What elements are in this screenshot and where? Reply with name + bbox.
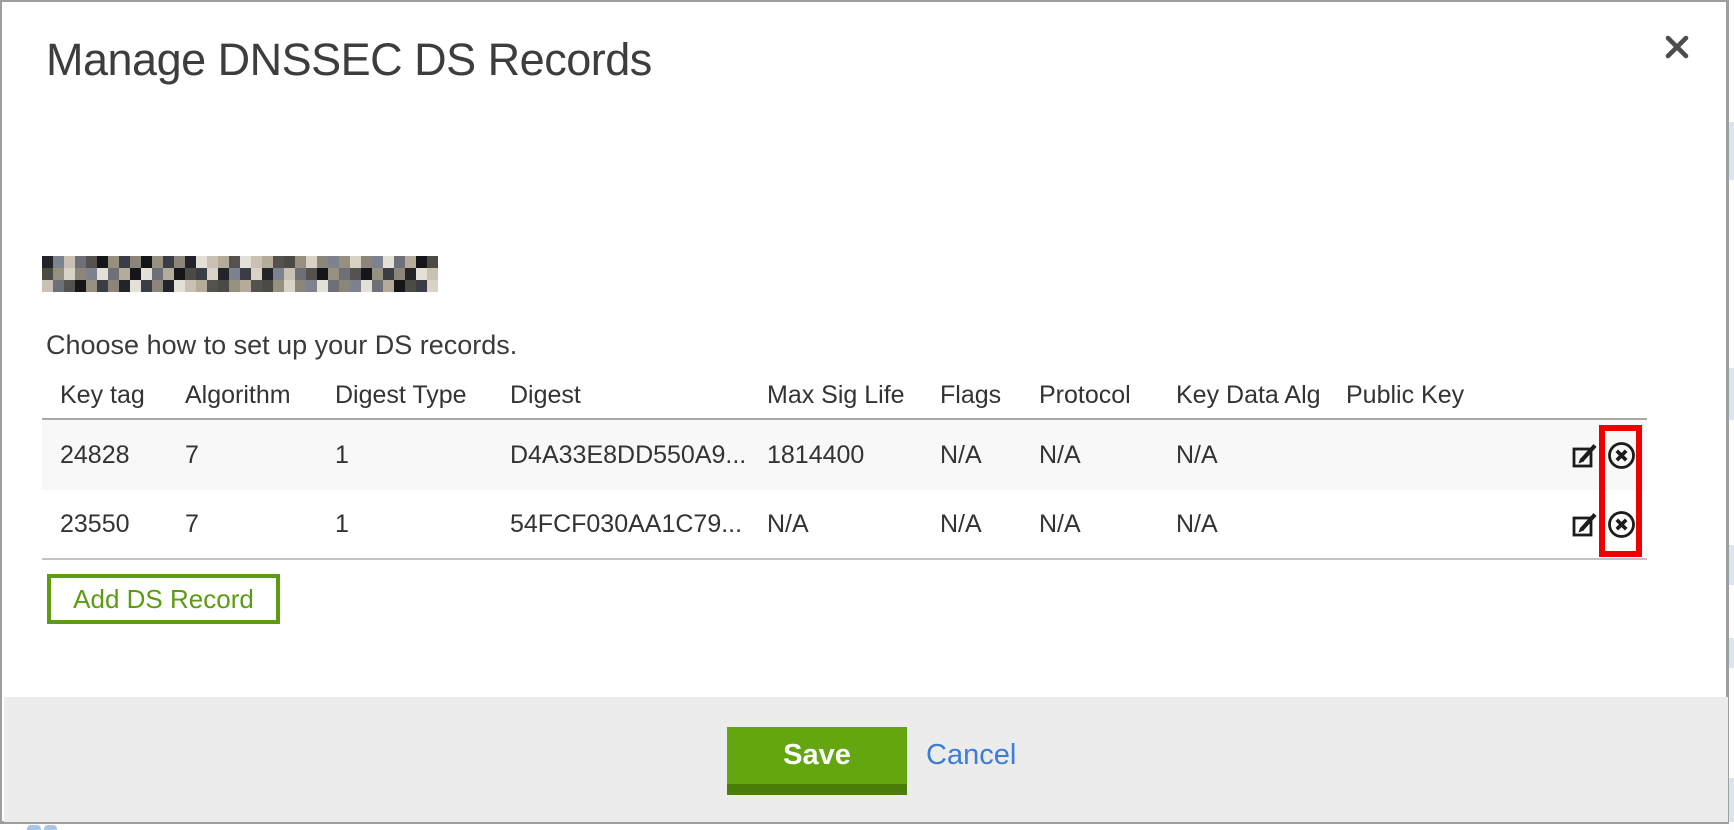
cell-max-sig-life: 1814400 (767, 441, 940, 470)
column-header-algorithm: Algorithm (185, 381, 335, 410)
ds-records-table: Key tag Algorithm Digest Type Digest Max… (42, 372, 1647, 560)
cell-digest: D4A33E8DD550A9... (510, 441, 767, 470)
cell-protocol: N/A (1039, 510, 1176, 539)
cell-digest: 54FCF030AA1C79... (510, 510, 767, 539)
cell-digest-type: 1 (335, 441, 510, 470)
cell-key-tag: 24828 (60, 441, 185, 470)
table-row: 24828 7 1 D4A33E8DD550A9... 1814400 N/A … (42, 420, 1647, 490)
save-button[interactable]: Save (727, 727, 907, 795)
modal-footer: Save Cancel (4, 697, 1728, 822)
add-ds-record-button[interactable]: Add DS Record (47, 574, 280, 624)
edit-icon[interactable] (1572, 511, 1599, 538)
cell-protocol: N/A (1039, 441, 1176, 470)
row-actions (1572, 440, 1647, 471)
manage-dnssec-modal: Manage DNSSEC DS Records Choose how to s… (0, 0, 1729, 824)
table-header-row: Key tag Algorithm Digest Type Digest Max… (42, 372, 1647, 420)
cell-flags: N/A (940, 510, 1039, 539)
instruction-text: Choose how to set up your DS records. (46, 330, 517, 361)
column-header-protocol: Protocol (1039, 381, 1176, 410)
column-header-key-tag: Key tag (60, 381, 185, 410)
cell-flags: N/A (940, 441, 1039, 470)
close-button[interactable] (1660, 32, 1694, 66)
column-header-public-key: Public Key (1346, 381, 1572, 410)
cell-key-data-alg: N/A (1176, 441, 1346, 470)
cell-algorithm: 7 (185, 441, 335, 470)
cell-max-sig-life: N/A (767, 510, 940, 539)
row-actions (1572, 509, 1647, 540)
redacted-domain (42, 256, 438, 292)
close-icon (1662, 32, 1692, 67)
edit-icon[interactable] (1572, 442, 1599, 469)
background-page-sliver-bottom (0, 824, 1729, 830)
cell-key-data-alg: N/A (1176, 510, 1346, 539)
cell-algorithm: 7 (185, 510, 335, 539)
cell-digest-type: 1 (335, 510, 510, 539)
column-header-key-data-alg: Key Data Alg (1176, 381, 1346, 410)
screen: Manage DNSSEC DS Records Choose how to s… (0, 0, 1734, 830)
background-page-sliver-right (1729, 0, 1734, 830)
delete-icon[interactable] (1606, 440, 1637, 471)
cell-key-tag: 23550 (60, 510, 185, 539)
cancel-link[interactable]: Cancel (926, 727, 1016, 784)
column-header-max-sig-life: Max Sig Life (767, 381, 940, 410)
delete-icon[interactable] (1606, 509, 1637, 540)
column-header-digest: Digest (510, 381, 767, 410)
page-title: Manage DNSSEC DS Records (46, 34, 652, 86)
column-header-digest-type: Digest Type (335, 381, 510, 410)
column-header-flags: Flags (940, 381, 1039, 410)
table-row: 23550 7 1 54FCF030AA1C79... N/A N/A N/A … (42, 490, 1647, 560)
